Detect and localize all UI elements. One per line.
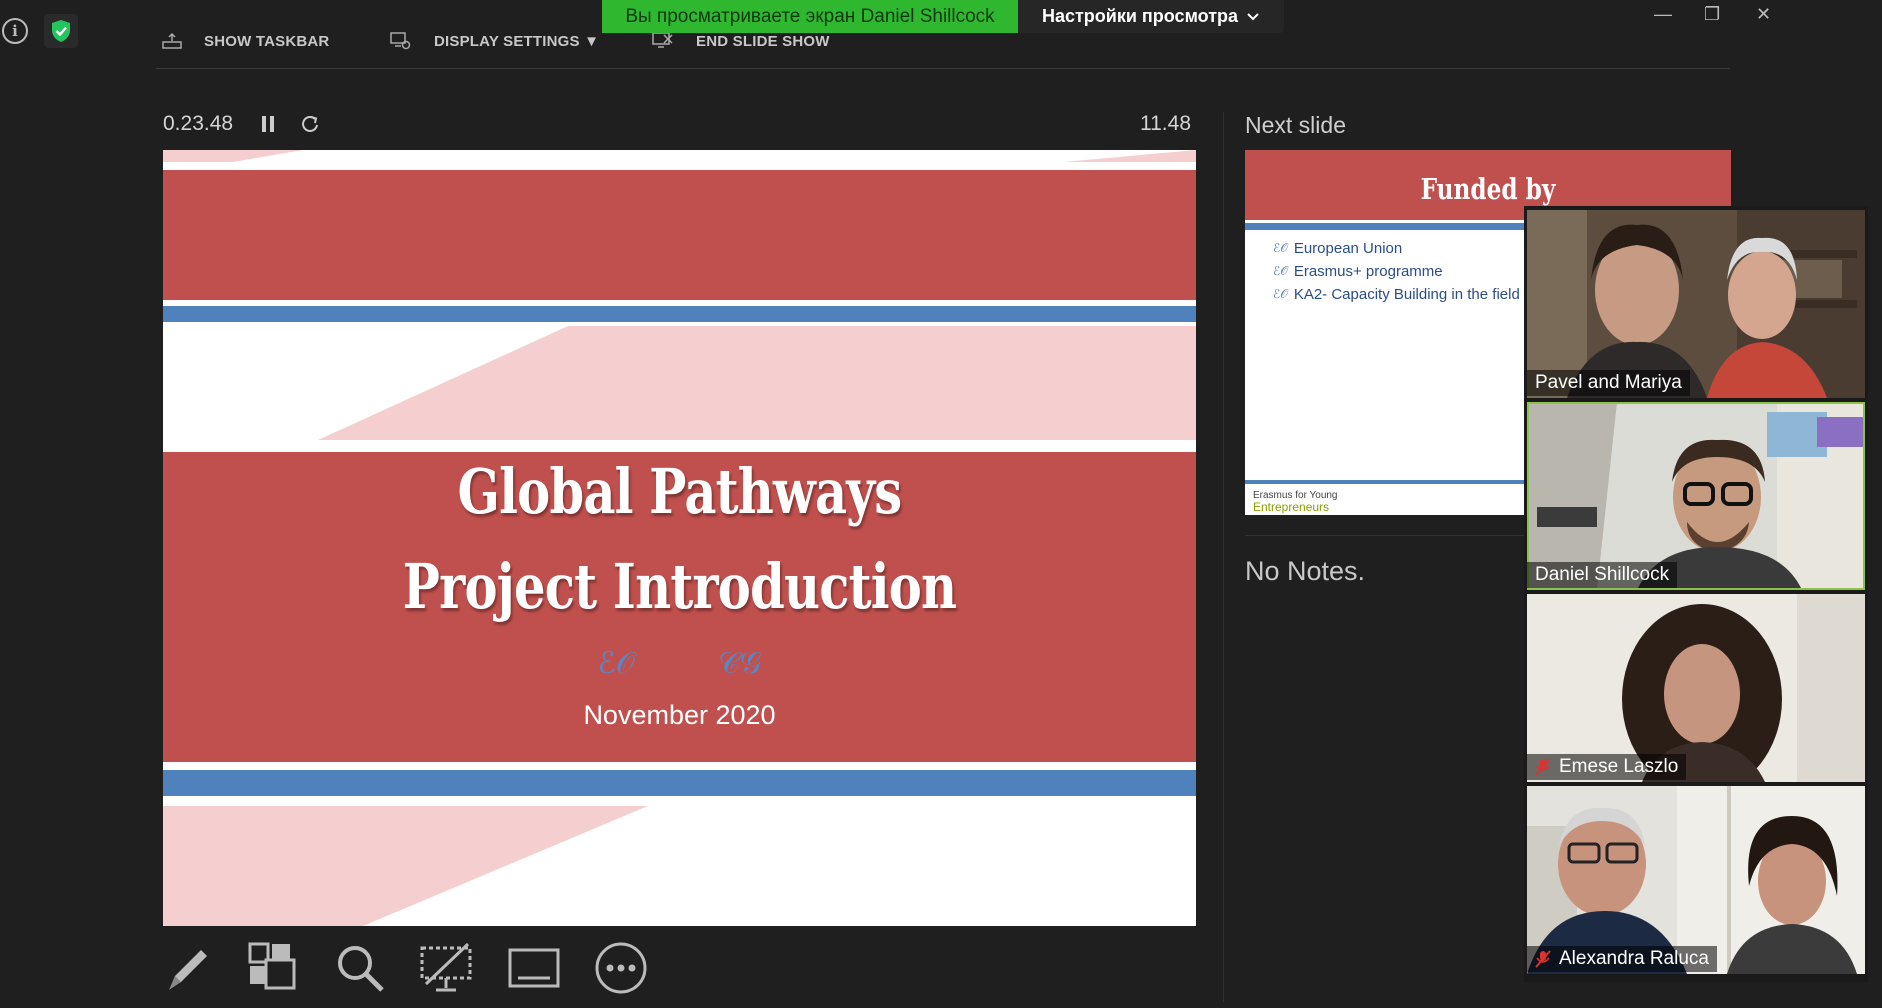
next-slide-label: Next slide	[1245, 112, 1346, 138]
zoom-icon	[338, 946, 384, 992]
chevron-down-icon	[1247, 12, 1259, 20]
slide-title-line2: Project Introduction	[402, 550, 957, 623]
clock: 11.48	[1140, 112, 1191, 135]
see-all-slides-button[interactable]	[246, 940, 302, 996]
pen-icon	[169, 950, 207, 990]
more-options-button[interactable]	[593, 940, 649, 996]
participant-tile[interactable]: Alexandra Raluca	[1527, 786, 1865, 974]
participant-tile[interactable]: Emese Laszlo	[1527, 594, 1865, 782]
erasmus-footer-line2: Entrepreneurs	[1253, 500, 1330, 514]
participant-tile-active[interactable]: Daniel Shillcock	[1527, 402, 1865, 590]
more-icon	[595, 942, 647, 994]
slide-title-line1: Global Pathways	[457, 455, 903, 528]
show-taskbar-label: SHOW TASKBAR	[204, 32, 330, 50]
slide-date: November 2020	[583, 700, 776, 730]
taskbar-icon	[162, 32, 182, 49]
panel-divider	[1223, 112, 1224, 1002]
subtitles-icon	[508, 948, 560, 988]
speaker-notes: No Notes.	[1245, 556, 1366, 586]
current-slide: Global Pathways Project Introduction ℰ𝒪 …	[163, 150, 1196, 926]
display-settings-button[interactable]: DISPLAY SETTINGS ▼	[390, 30, 599, 52]
pen-tool-button[interactable]	[161, 940, 217, 996]
pause-icon[interactable]	[262, 116, 274, 132]
subtitles-button[interactable]	[506, 940, 562, 996]
show-taskbar-button[interactable]: SHOW TASKBAR	[162, 30, 329, 52]
restart-timer-icon[interactable]	[300, 114, 320, 139]
next-slide-bullet: ℰ𝒪 European Union	[1273, 240, 1403, 257]
slides-grid-icon	[248, 942, 296, 990]
elapsed-timer: 0.23.48	[163, 112, 234, 135]
close-button[interactable]: ✕	[1756, 4, 1771, 25]
participant-name-tag: Daniel Shillcock	[1527, 562, 1678, 588]
display-settings-label: DISPLAY SETTINGS ▼	[434, 32, 600, 50]
notes-divider	[1245, 535, 1525, 536]
view-settings-label: Настройки просмотра	[1041, 6, 1239, 26]
next-slide-title: Funded by	[1420, 172, 1556, 206]
end-slide-show-label: END SLIDE SHOW	[696, 32, 830, 50]
info-icon[interactable]: i	[2, 18, 28, 44]
zoom-button[interactable]	[332, 940, 388, 996]
participant-name-tag: Emese Laszlo	[1527, 754, 1687, 780]
muted-mic-icon	[1535, 758, 1551, 776]
view-settings-dropdown[interactable]: Настройки просмотра	[1018, 0, 1284, 33]
next-slide-bullet: ℰ𝒪 Erasmus+ programme	[1273, 263, 1443, 280]
minimize-button[interactable]: —	[1654, 4, 1672, 25]
end-slide-show-button[interactable]: END SLIDE SHOW	[652, 30, 830, 52]
banner-text: Вы просматриваете экран Daniel Shillcock	[625, 5, 995, 27]
restore-button[interactable]: ❐	[1704, 4, 1720, 25]
participant-tile[interactable]: Pavel and Mariya	[1527, 210, 1865, 398]
next-slide-bullet: ℰ𝒪 KA2- Capacity Building in the field	[1273, 286, 1520, 303]
black-screen-button[interactable]	[418, 940, 474, 996]
muted-mic-icon	[1535, 950, 1551, 968]
participant-name-tag: Pavel and Mariya	[1527, 370, 1690, 396]
black-screen-icon	[420, 942, 472, 992]
screen-share-banner: Вы просматриваете экран Daniel Shillcock	[602, 0, 1018, 33]
end-show-icon	[652, 32, 673, 48]
security-shield-icon[interactable]	[44, 14, 78, 48]
slide-background	[163, 150, 1196, 926]
display-settings-icon	[390, 32, 411, 50]
participant-name-tag: Alexandra Raluca	[1527, 946, 1717, 972]
toolbar-divider	[156, 68, 1730, 69]
slide-ornament: ℰ𝒪 𝒞𝒢	[597, 647, 762, 680]
